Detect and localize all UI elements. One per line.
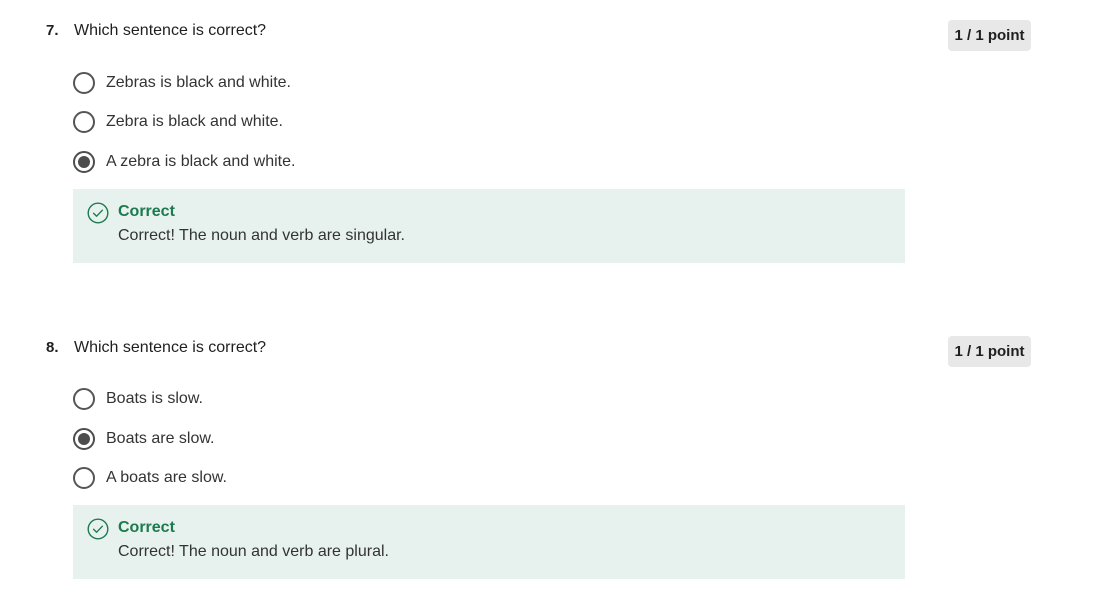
answer-option[interactable]: Boats is slow. (73, 387, 203, 411)
question-text: Which sentence is correct? (74, 339, 267, 356)
option-label: Zebras is black and white. (106, 74, 291, 91)
answer-option[interactable]: Zebra is black and white. (73, 110, 283, 134)
question-number: 8. (46, 339, 59, 356)
answer-option-selected[interactable]: Boats are slow. (73, 427, 215, 451)
points-badge: 1 / 1 point (948, 336, 1031, 367)
answer-option[interactable]: Zebras is black and white. (73, 71, 291, 95)
feedback-box: Correct Correct! The noun and verb are p… (73, 505, 905, 579)
points-badge: 1 / 1 point (948, 20, 1031, 51)
question-number: 7. (46, 22, 59, 39)
radio-button[interactable] (73, 467, 95, 489)
check-circle-icon (87, 202, 109, 224)
option-label: A boats are slow. (106, 469, 227, 486)
option-label: Boats are slow. (106, 430, 215, 447)
answer-option[interactable]: A boats are slow. (73, 466, 227, 490)
feedback-title: Correct (118, 203, 175, 220)
feedback-title: Correct (118, 519, 175, 536)
radio-button-selected[interactable] (73, 151, 95, 173)
radio-button[interactable] (73, 111, 95, 133)
answer-option-selected[interactable]: A zebra is black and white. (73, 150, 295, 174)
feedback-text: Correct! The noun and verb are plural. (118, 543, 389, 560)
check-circle-icon (87, 518, 109, 540)
feedback-box: Correct Correct! The noun and verb are s… (73, 189, 905, 263)
radio-button[interactable] (73, 388, 95, 410)
question-text: Which sentence is correct? (74, 22, 267, 39)
option-label: Zebra is black and white. (106, 113, 283, 130)
radio-button-selected[interactable] (73, 428, 95, 450)
feedback-text: Correct! The noun and verb are singular. (118, 227, 405, 244)
option-label: A zebra is black and white. (106, 153, 296, 170)
radio-button[interactable] (73, 72, 95, 94)
option-label: Boats is slow. (106, 390, 203, 407)
